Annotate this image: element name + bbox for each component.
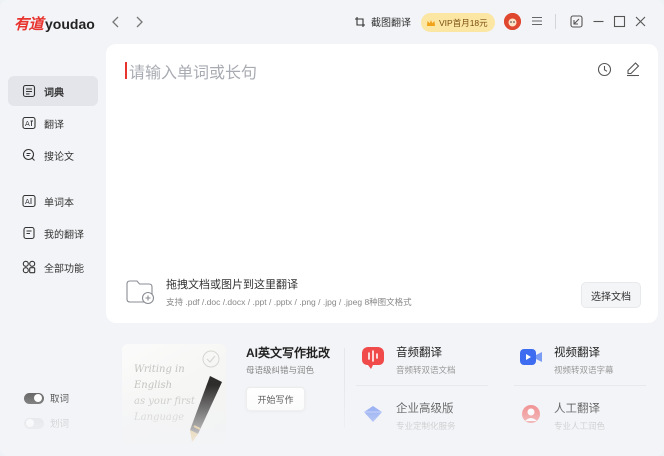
ai-writing-card-image[interactable]: Writing in English as your first Languag… bbox=[122, 344, 226, 444]
my-translation-icon bbox=[23, 226, 35, 240]
title-bar: 有道 youdao 截图翻译 VIP首月18元 bbox=[0, 0, 664, 44]
feature-title: 人工翻译 bbox=[554, 403, 600, 415]
feature-subtitle: 专业人工润色 bbox=[554, 421, 606, 431]
minimize-icon[interactable] bbox=[592, 15, 605, 28]
human-translate-icon bbox=[522, 405, 540, 423]
sidebar: 词典 A 翻译 搜论文 A 单词本 我的翻译 全部功能 取词 划词 bbox=[0, 44, 104, 456]
word-capture-toggle-row[interactable]: 取词 bbox=[24, 391, 69, 405]
logo-en-text: youdao bbox=[45, 16, 95, 32]
dictionary-icon bbox=[22, 84, 36, 98]
ai-writing-title: AI英文写作批改 bbox=[246, 346, 331, 360]
drop-zone-title: 拖拽文档或图片到这里翻译 bbox=[166, 279, 298, 291]
sidebar-item-dictionary[interactable]: 词典 bbox=[8, 76, 98, 106]
screenshot-translate-button[interactable]: 截图翻译 bbox=[354, 14, 411, 29]
sidebar-item-translate[interactable]: A 翻译 bbox=[8, 108, 98, 138]
text-caret bbox=[125, 62, 127, 79]
feature-audio-translate[interactable]: 音频翻译 音频转双语文档 bbox=[362, 344, 456, 376]
drop-zone-subtitle: 支持 .pdf /.doc /.docx / .ppt / .pptx / .p… bbox=[166, 297, 412, 307]
all-features-icon bbox=[22, 260, 36, 274]
sidebar-item-wordbook[interactable]: A 单词本 bbox=[8, 186, 98, 216]
sidebar-item-label: 搜论文 bbox=[44, 151, 74, 163]
word-capture-toggle[interactable] bbox=[24, 392, 44, 404]
svg-text:A: A bbox=[25, 120, 30, 128]
avatar[interactable] bbox=[504, 13, 521, 30]
vip-promo-badge[interactable]: VIP首月18元 bbox=[421, 13, 495, 32]
paper-search-icon bbox=[22, 148, 35, 161]
sidebar-item-label: 我的翻译 bbox=[44, 229, 84, 241]
toolbar-divider bbox=[555, 14, 556, 29]
wordbook-icon: A bbox=[22, 194, 36, 208]
video-translate-icon bbox=[520, 349, 542, 365]
feature-title: 音频翻译 bbox=[396, 347, 442, 359]
maximize-icon[interactable] bbox=[613, 15, 626, 28]
feature-enterprise[interactable]: 企业高级版 专业定制化服务 bbox=[362, 400, 456, 432]
sidebar-item-paper-search[interactable]: 搜论文 bbox=[8, 140, 98, 170]
feature-title: 视频翻译 bbox=[554, 347, 600, 359]
audio-translate-icon bbox=[362, 347, 384, 369]
fountain-pen-icon bbox=[190, 376, 222, 442]
ai-writing-subtitle: 母语级纠错与润色 bbox=[246, 365, 315, 375]
selection-translate-toggle[interactable] bbox=[24, 417, 44, 429]
feature-row-divider bbox=[356, 385, 488, 386]
feature-subtitle: 音频转双语文档 bbox=[396, 365, 456, 375]
translate-icon: A bbox=[22, 116, 36, 130]
feature-subtitle: 专业定制化服务 bbox=[396, 421, 456, 431]
sidebar-item-label: 词典 bbox=[44, 87, 64, 99]
start-writing-button[interactable]: 开始写作 bbox=[246, 387, 305, 411]
enterprise-icon bbox=[364, 406, 382, 422]
check-stamp-icon bbox=[202, 350, 220, 368]
sidebar-item-all-features[interactable]: 全部功能 bbox=[8, 252, 98, 282]
close-icon[interactable] bbox=[634, 15, 647, 28]
choose-document-button[interactable]: 选择文档 bbox=[581, 282, 641, 308]
feature-row-divider bbox=[514, 385, 646, 386]
handwriting-icon[interactable] bbox=[625, 61, 641, 77]
selection-translate-label: 划词 bbox=[50, 419, 70, 430]
sidebar-item-label: 全部功能 bbox=[44, 263, 84, 275]
menu-icon[interactable] bbox=[531, 15, 543, 27]
logo-cn-text: 有道 bbox=[14, 16, 44, 33]
forward-arrow-icon[interactable] bbox=[131, 14, 147, 30]
file-drop-zone[interactable]: 拖拽文档或图片到这里翻译 支持 .pdf /.doc /.docx / .ppt… bbox=[126, 276, 412, 308]
vip-label: VIP首月18元 bbox=[439, 17, 488, 28]
sidebar-item-my-translation[interactable]: 我的翻译 bbox=[8, 218, 98, 248]
feature-panel: Writing in English as your first Languag… bbox=[106, 326, 658, 456]
app-window: 有道 youdao 截图翻译 VIP首月18元 词典 A 翻译 搜论文 A 单词… bbox=[0, 0, 664, 456]
word-capture-label: 取词 bbox=[50, 394, 70, 405]
sidebar-item-label: 翻译 bbox=[44, 119, 64, 131]
feature-title: 企业高级版 bbox=[396, 403, 454, 415]
history-icon[interactable] bbox=[597, 62, 612, 77]
crown-icon bbox=[427, 19, 435, 26]
feature-video-translate[interactable]: 视频翻译 视频转双语字幕 bbox=[520, 344, 614, 376]
folder-add-icon bbox=[126, 280, 155, 305]
sidebar-item-label: 单词本 bbox=[44, 197, 74, 209]
mini-window-icon[interactable] bbox=[570, 15, 583, 28]
youdao-logo: 有道 youdao bbox=[14, 13, 95, 34]
screenshot-translate-label: 截图翻译 bbox=[371, 18, 411, 29]
search-card: 请输入单词或长句 拖拽文档或图片到这里翻译 支持 .pdf /.doc /.do… bbox=[106, 44, 658, 323]
screenshot-icon bbox=[355, 16, 365, 27]
feature-human-translate[interactable]: 人工翻译 专业人工润色 bbox=[520, 400, 605, 432]
feature-divider bbox=[344, 348, 345, 428]
back-arrow-icon[interactable] bbox=[108, 14, 124, 30]
selection-translate-toggle-row[interactable]: 划词 bbox=[24, 416, 69, 430]
search-input[interactable]: 请输入单词或长句 bbox=[129, 59, 257, 83]
feature-subtitle: 视频转双语字幕 bbox=[554, 365, 614, 375]
svg-text:A: A bbox=[25, 198, 30, 206]
